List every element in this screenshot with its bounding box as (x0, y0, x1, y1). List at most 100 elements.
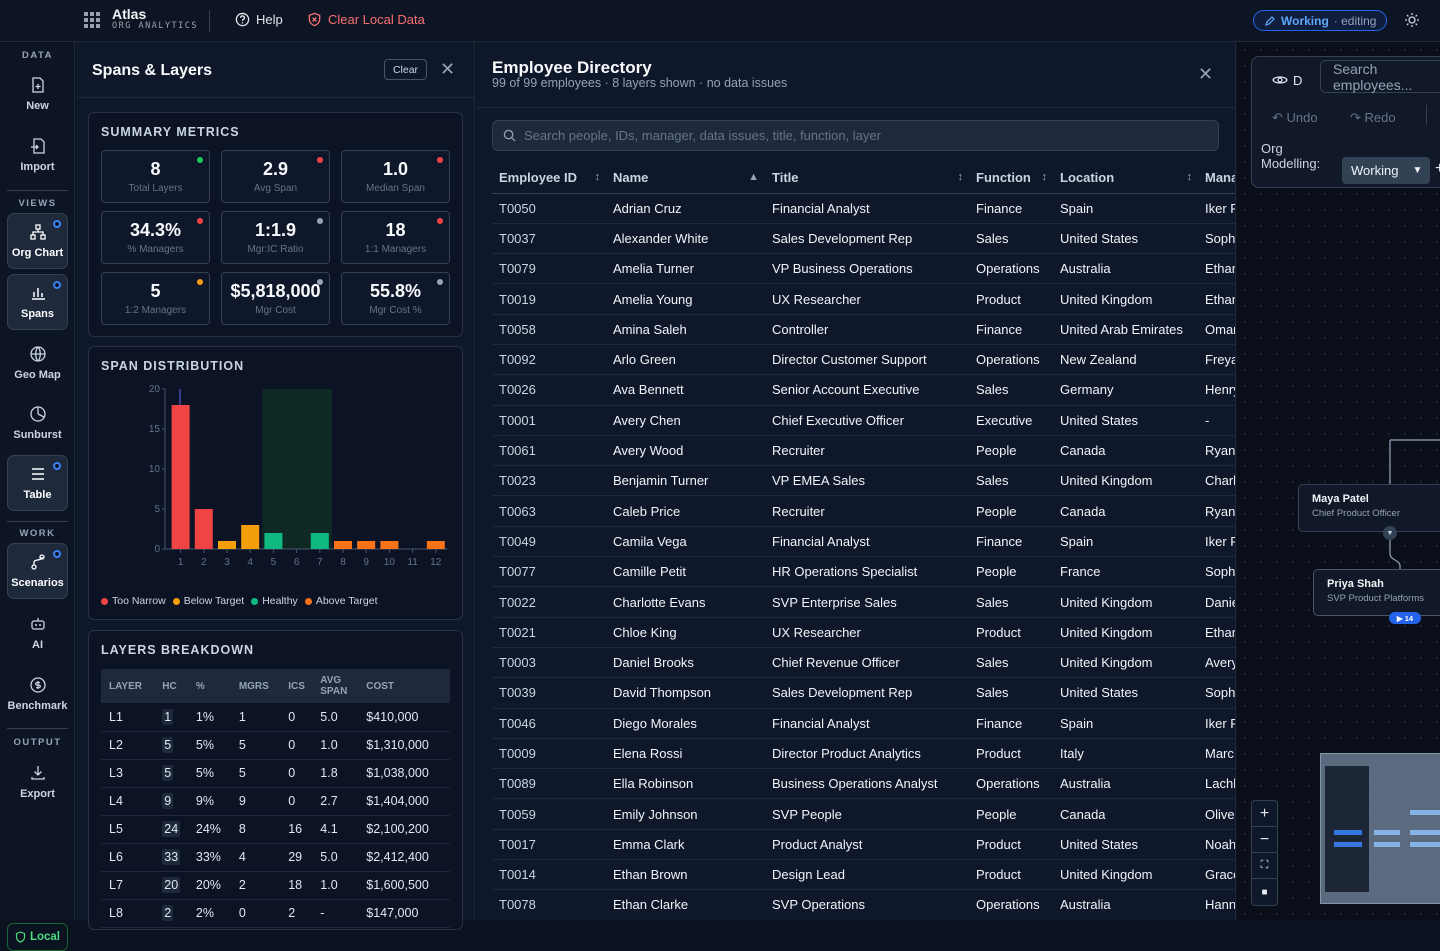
zoom-out-icon[interactable]: − (1252, 827, 1277, 853)
table-row[interactable]: T0058 Amina Saleh Controller Finance United … (492, 314, 1235, 345)
minimap[interactable] (1320, 753, 1440, 904)
table-row[interactable]: T0037 Alexander White Sales Development Re… (492, 223, 1235, 255)
table-cell: Finance (969, 708, 1053, 739)
rail-item-export[interactable]: Export (7, 754, 68, 810)
table-row[interactable]: T0021 Chloe King UX Researcher Product Unite… (492, 617, 1235, 648)
table-row[interactable]: T0061 Avery Wood Recruiter People Canada Ryan (492, 435, 1235, 467)
rail-item-import[interactable]: Import (7, 127, 68, 183)
org-canvas[interactable]: D ↶ Undo ↷ Redo Org Modelling: Working ▼ … (1237, 42, 1440, 920)
mode-editing: · editing (1333, 13, 1377, 28)
column-header[interactable]: Name ▲ (606, 163, 765, 194)
legend-swatch (251, 597, 259, 605)
rail-item-table[interactable]: Table (7, 455, 68, 511)
metric-card: 8 Total Layers (101, 150, 210, 203)
table-row[interactable]: T0022 Charlotte Evans SVP Enterprise Sales… (492, 586, 1235, 618)
column-header[interactable]: Function ↕ (969, 163, 1053, 194)
x-tick-label: 12 (430, 557, 442, 568)
column-header[interactable]: Location ↕ (1053, 163, 1198, 194)
rail-item-new[interactable]: New (7, 66, 68, 122)
table-row[interactable]: T0050 Adrian Cruz Financial Analyst Finance… (492, 193, 1235, 224)
column-header[interactable]: Title ↕ (765, 163, 969, 194)
column-header[interactable]: Employee ID ↕ (492, 163, 606, 194)
org-chart-icon (29, 224, 46, 240)
table-row[interactable]: L5 24 24% 8 16 4.1 $2,100,200 (101, 815, 450, 844)
org-node[interactable]: Maya Patel Chief Product Officer (1298, 484, 1440, 532)
table-cell: 9 (154, 787, 188, 816)
table-row[interactable]: T0001 Avery Chen Chief Executive Officer Ex… (492, 405, 1235, 436)
table-row[interactable]: T0063 Caleb Price Recruiter People Canada Rya… (492, 495, 1235, 527)
table-row[interactable]: T0003 Daniel Brooks Chief Revenue Officer S… (492, 647, 1235, 679)
table-row[interactable]: T0077 Camille Petit HR Operations Speciali… (492, 556, 1235, 588)
table-row[interactable]: T0026 Ava Bennett Senior Account Executive… (492, 374, 1235, 406)
zoom-in-icon[interactable]: + (1252, 801, 1277, 827)
bar[interactable] (334, 541, 352, 549)
table-row[interactable]: L8 2 2% 0 2- $147,000 (101, 899, 450, 928)
mode-pill[interactable]: Working · editing (1253, 10, 1388, 31)
table-row[interactable]: T0079 Amelia Turner VP Business Operations… (492, 253, 1235, 285)
close-icon[interactable]: ✕ (1198, 64, 1213, 85)
table-cell: Emily Johnson (606, 798, 765, 830)
rail-item-scenarios[interactable]: Scenarios (7, 543, 68, 599)
panel-clear-button[interactable]: Clear (384, 59, 427, 80)
table-row[interactable]: L3 5 5% 5 0 1.8 $1,038,000 (101, 759, 450, 788)
table-row[interactable]: T0039 David Thompson Sales Development Rep… (492, 677, 1235, 709)
collapse-toggle[interactable]: ▼ (1383, 526, 1397, 540)
table-row[interactable]: T0046 Diego Morales Financial Analyst Finan… (492, 708, 1235, 739)
lock-icon[interactable]: ■ (1252, 879, 1277, 905)
table-row[interactable]: L6 33 33% 4 29 5.0 $2,412,400 (101, 843, 450, 872)
table-row[interactable]: T0078 Ethan Clarke SVP Operations Operation… (492, 889, 1235, 920)
rail-item-benchmark[interactable]: Benchmark (7, 666, 68, 722)
rail-item-sunburst[interactable]: Sunburst (7, 395, 68, 451)
table-row[interactable]: T0014 Ethan Brown Design Lead Product United… (492, 859, 1235, 891)
table-row[interactable]: L4 9 9% 9 0 2.7 $1,404,000 (101, 787, 450, 816)
table-cell: T0039 (492, 677, 606, 709)
bar[interactable] (426, 541, 445, 549)
table-cell: L5 (101, 815, 155, 844)
table-row[interactable]: L7 20 20% 2 18 1.0 $1,600,500 (101, 871, 450, 900)
table-row[interactable]: T0019 Amelia Young UX Researcher Product Uni… (492, 283, 1235, 315)
theme-toggle[interactable] (1404, 12, 1420, 33)
table-row[interactable]: T0059 Emily Johnson SVP People People Canada… (492, 798, 1235, 830)
expand-badge[interactable]: ▶ 14 (1389, 612, 1421, 624)
table-row[interactable]: T0023 Benjamin Turner VP EMEA Sales Sales Un… (492, 465, 1235, 497)
directory-search[interactable] (492, 120, 1219, 151)
table-cell: Amina Saleh (606, 314, 765, 345)
table-row[interactable]: T0092 Arlo Green Director Customer Support… (492, 344, 1235, 376)
rail-item-geo-map[interactable]: Geo Map (7, 335, 68, 391)
bar[interactable] (194, 509, 213, 549)
layers-title: LAYERS BREAKDOWN (101, 643, 255, 657)
bar[interactable] (380, 541, 399, 549)
bar[interactable] (241, 525, 260, 549)
bar[interactable] (357, 541, 376, 549)
search-input[interactable] (524, 128, 1184, 143)
table-row[interactable]: L2 5 5% 5 0 1.0 $1,310,000 (101, 731, 450, 760)
table-row[interactable]: T0049 Camila Vega Financial Analyst Finance… (492, 526, 1235, 558)
close-icon[interactable]: ✕ (440, 59, 455, 80)
table-row[interactable]: L1 1 1% 1 0 5.0 $410,000 (101, 703, 450, 732)
table-row[interactable]: T0089 Ella Robinson Business Operations An… (492, 768, 1235, 800)
table-cell: Operations (969, 768, 1053, 800)
table-cell: T0058 (492, 314, 606, 345)
bar[interactable] (310, 533, 329, 549)
metric-card: 18 1:1 Managers (341, 211, 450, 264)
local-status-button[interactable]: Local (7, 923, 68, 951)
rail-item-spans[interactable]: Spans (7, 274, 68, 330)
column-header[interactable]: Mana (1198, 163, 1235, 194)
help-button[interactable]: Help (235, 12, 283, 27)
table-cell: T0021 (492, 617, 606, 648)
table-row[interactable]: T0017 Emma Clark Product Analyst Product Uni… (492, 829, 1235, 861)
rail-item-ai[interactable]: AI (7, 605, 68, 661)
bar[interactable] (264, 533, 283, 549)
table-cell: Ava Bennett (606, 374, 765, 406)
table-row[interactable]: T0009 Elena Rossi Director Product Analyti… (492, 738, 1235, 770)
org-node[interactable]: Priya Shah SVP Product Platforms (1313, 569, 1440, 616)
table-cell: Grace (1198, 859, 1235, 891)
rail-item-org-chart[interactable]: Org Chart (7, 213, 68, 269)
bar[interactable] (171, 405, 190, 549)
clear-local-data-button[interactable]: Clear Local Data (307, 12, 425, 27)
fit-view-icon[interactable]: ⛶ (1252, 853, 1277, 879)
bar[interactable] (218, 541, 236, 549)
rail-label: Table (23, 489, 52, 501)
legend-swatch (172, 597, 180, 605)
legend-label: Above Target (315, 595, 378, 607)
